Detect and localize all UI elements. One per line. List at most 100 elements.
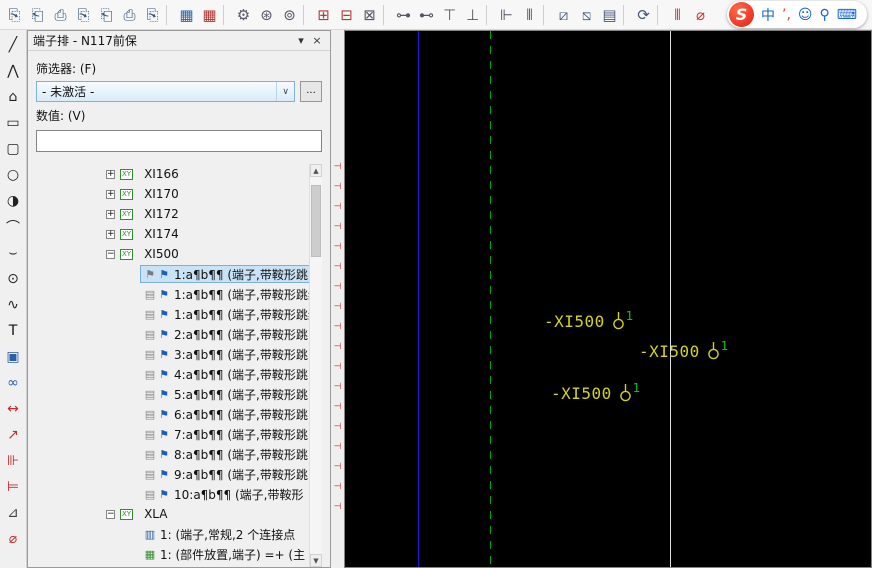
junction-icon[interactable]: ⊷ [415, 3, 438, 27]
tree-item-terminal[interactable]: ⚑⚑1:a¶b¶¶ (端子,带鞍形跳 [36, 264, 322, 284]
dimension-diagonal-icon[interactable]: ↗ [1, 422, 25, 448]
gear-parts-icon[interactable]: ⊛ [255, 3, 278, 27]
terminal-mark-icon[interactable]: ⊣ [334, 202, 342, 213]
line-icon[interactable]: ╱ [1, 32, 25, 58]
table-red-icon[interactable]: ▦ [198, 3, 221, 27]
gear-options-icon[interactable]: ⊚ [278, 3, 301, 27]
scroll-up-icon[interactable]: ▲ [310, 164, 322, 177]
text-icon[interactable]: T [1, 318, 25, 344]
tree-item-terminal[interactable]: ▤⚑8:a¶b¶¶ (端子,带鞍形跳 [36, 444, 322, 464]
terminal-mark-icon[interactable]: ⊣ [334, 362, 342, 373]
terminal-mark-icon[interactable]: ⊣ [334, 342, 342, 353]
terminal-mark-icon[interactable]: ⊣ [334, 482, 342, 493]
tree-item-XI500[interactable]: − XY XI500 [36, 244, 322, 264]
angle-icon[interactable]: ⊿ [1, 500, 25, 526]
insert-device-icon[interactable]: ⊞ [312, 3, 335, 27]
terminal-mark-icon[interactable]: ⊣ [334, 442, 342, 453]
terminal-mark-icon[interactable]: ⊣ [334, 162, 342, 173]
expand-toggle-icon[interactable]: − [106, 510, 115, 519]
filter-dropdown[interactable]: - 未激活 - ∨ [36, 81, 295, 102]
keyboard-icon[interactable]: ⌨ [837, 7, 857, 23]
chinese-mode-icon[interactable]: 中 [761, 5, 775, 25]
expand-toggle-icon[interactable]: + [106, 210, 115, 219]
terminal-mark-icon[interactable]: ⊣ [334, 222, 342, 233]
expand-toggle-icon[interactable]: + [106, 230, 115, 239]
terminal-mark-icon[interactable]: ⊣ [334, 242, 342, 253]
device-tag-1[interactable]: -XI500 1 [544, 311, 633, 331]
ellipse-icon[interactable]: ⊙ [1, 266, 25, 292]
tree-item-terminal[interactable]: ▤⚑5:a¶b¶¶ (端子,带鞍形跳 [36, 384, 322, 404]
panel-titlebar[interactable]: 端子排 - N117前保 ▾ × [28, 31, 330, 51]
hyperlink-icon[interactable]: ∞ [1, 370, 25, 396]
terminal-mark-icon[interactable]: ⊣ [334, 422, 342, 433]
scrollbar-track[interactable] [310, 177, 322, 554]
tree-item-terminal[interactable]: ▤⚑7:a¶b¶¶ (端子,带鞍形跳 [36, 424, 322, 444]
tree-item-XI166[interactable]: + XY XI166 [36, 164, 322, 184]
diameter-icon[interactable]: ⌀ [1, 526, 25, 552]
tree-item-XI172[interactable]: + XY XI172 [36, 204, 322, 224]
spline-icon[interactable]: ∿ [1, 292, 25, 318]
chevron-down-icon[interactable]: ∨ [276, 82, 294, 101]
tree-item-terminal[interactable]: ▤⚑1:a¶b¶¶ (端子,带鞍形跳线 [36, 304, 322, 324]
tree-item-terminal[interactable]: ▤⚑10:a¶b¶¶ (端子,带鞍形 [36, 484, 322, 504]
mic-icon[interactable]: ⚲ [820, 7, 830, 23]
align-icon[interactable]: ⊩ [495, 3, 518, 27]
symbol-macro-icon[interactable]: ⎗ [95, 3, 118, 27]
chevron-down-icon[interactable]: ▾ [293, 34, 309, 47]
red-bars-icon[interactable]: ⫴ [666, 3, 689, 27]
terminal-mark-icon[interactable]: ⊣ [334, 262, 342, 273]
tree-item-terminal[interactable]: ▥1: (端子,常规,2 个连接点 [36, 524, 322, 544]
expand-toggle-icon[interactable]: + [106, 190, 115, 199]
terminal-mark-icon[interactable]: ⊣ [334, 382, 342, 393]
emoji-icon[interactable]: ☺ [798, 7, 813, 23]
expand-toggle-icon[interactable]: − [106, 250, 115, 259]
sector-icon[interactable]: ◑ [1, 188, 25, 214]
insert-terminal-icon[interactable]: ⊟ [335, 3, 358, 27]
tree-item-XI174[interactable]: + XY XI174 [36, 224, 322, 244]
terminal-mark-icon[interactable]: ⊣ [334, 282, 342, 293]
terminal-mark-icon[interactable]: ⊣ [334, 302, 342, 313]
device-tag-2[interactable]: -XI500 1 [639, 341, 728, 361]
terminal-mark-icon[interactable]: ⊣ [334, 502, 342, 513]
polyline-icon[interactable]: ⋀ [1, 58, 25, 84]
arc-2-icon[interactable]: ⌣ [1, 240, 25, 266]
insert-cable-icon[interactable]: ⊠ [358, 3, 381, 27]
value-input[interactable] [36, 130, 322, 152]
gear-icon[interactable]: ⚙ [232, 3, 255, 27]
schematic-canvas[interactable]: -XI500 1 -XI500 1 -XI500 1 [344, 30, 872, 568]
terminal-mark-icon[interactable]: ⊣ [334, 462, 342, 473]
scroll-down-icon[interactable]: ▼ [310, 554, 322, 567]
tree-item-terminal[interactable]: ▤⚑2:a¶b¶¶ (端子,带鞍形跳 [36, 324, 322, 344]
red-diameter-icon[interactable]: ⌀ [689, 3, 712, 27]
scrollbar-thumb[interactable] [311, 185, 321, 257]
tree-item-XI170[interactable]: + XY XI170 [36, 184, 322, 204]
close-icon[interactable]: × [309, 34, 325, 47]
refresh-icon[interactable]: ⟳ [632, 3, 655, 27]
tree-item-XLA[interactable]: − XY XLA [36, 504, 322, 524]
dimension-baseline-icon[interactable]: ⊨ [1, 474, 25, 500]
polygon-icon[interactable]: ⌂ [1, 84, 25, 110]
table-blue-icon[interactable]: ▦ [175, 3, 198, 27]
hatch-2-icon[interactable]: ⧅ [575, 3, 598, 27]
connection-icon[interactable]: ⊶ [392, 3, 415, 27]
tree-item-terminal[interactable]: ▤⚑4:a¶b¶¶ (端子,带鞍形跳 [36, 364, 322, 384]
rectangle-2-icon[interactable]: ▢ [1, 136, 25, 162]
dimension-continued-icon[interactable]: ⊪ [1, 448, 25, 474]
tree-item-terminal[interactable]: ▤⚑1:a¶b¶¶ (端子,带鞍形跳线 [36, 284, 322, 304]
tree-item-terminal[interactable]: ▤⚑3:a¶b¶¶ (端子,带鞍形跳 [36, 344, 322, 364]
punctuation-icon[interactable]: ’, [782, 7, 791, 23]
report-icon[interactable]: ▤ [598, 3, 621, 27]
arc-icon[interactable]: ⌒ [1, 214, 25, 240]
potential-icon[interactable]: ⊥ [461, 3, 484, 27]
terminal-mark-icon[interactable]: ⊣ [334, 182, 342, 193]
window-macro-icon[interactable]: ⎘ [72, 3, 95, 27]
circle-icon[interactable]: ○ [1, 162, 25, 188]
expand-toggle-icon[interactable]: + [106, 170, 115, 179]
tree-item-terminal[interactable]: ▤⚑6:a¶b¶¶ (端子,带鞍形跳 [36, 404, 322, 424]
tree-item-terminal[interactable]: ▤⚑9:a¶b¶¶ (端子,带鞍形跳 [36, 464, 322, 484]
terminal-mark-icon[interactable]: ⊣ [334, 322, 342, 333]
device-tag-3[interactable]: -XI500 1 [551, 383, 640, 403]
rectangle-icon[interactable]: ▭ [1, 110, 25, 136]
image-icon[interactable]: ▣ [1, 344, 25, 370]
distribute-icon[interactable]: ⫴ [518, 3, 541, 27]
